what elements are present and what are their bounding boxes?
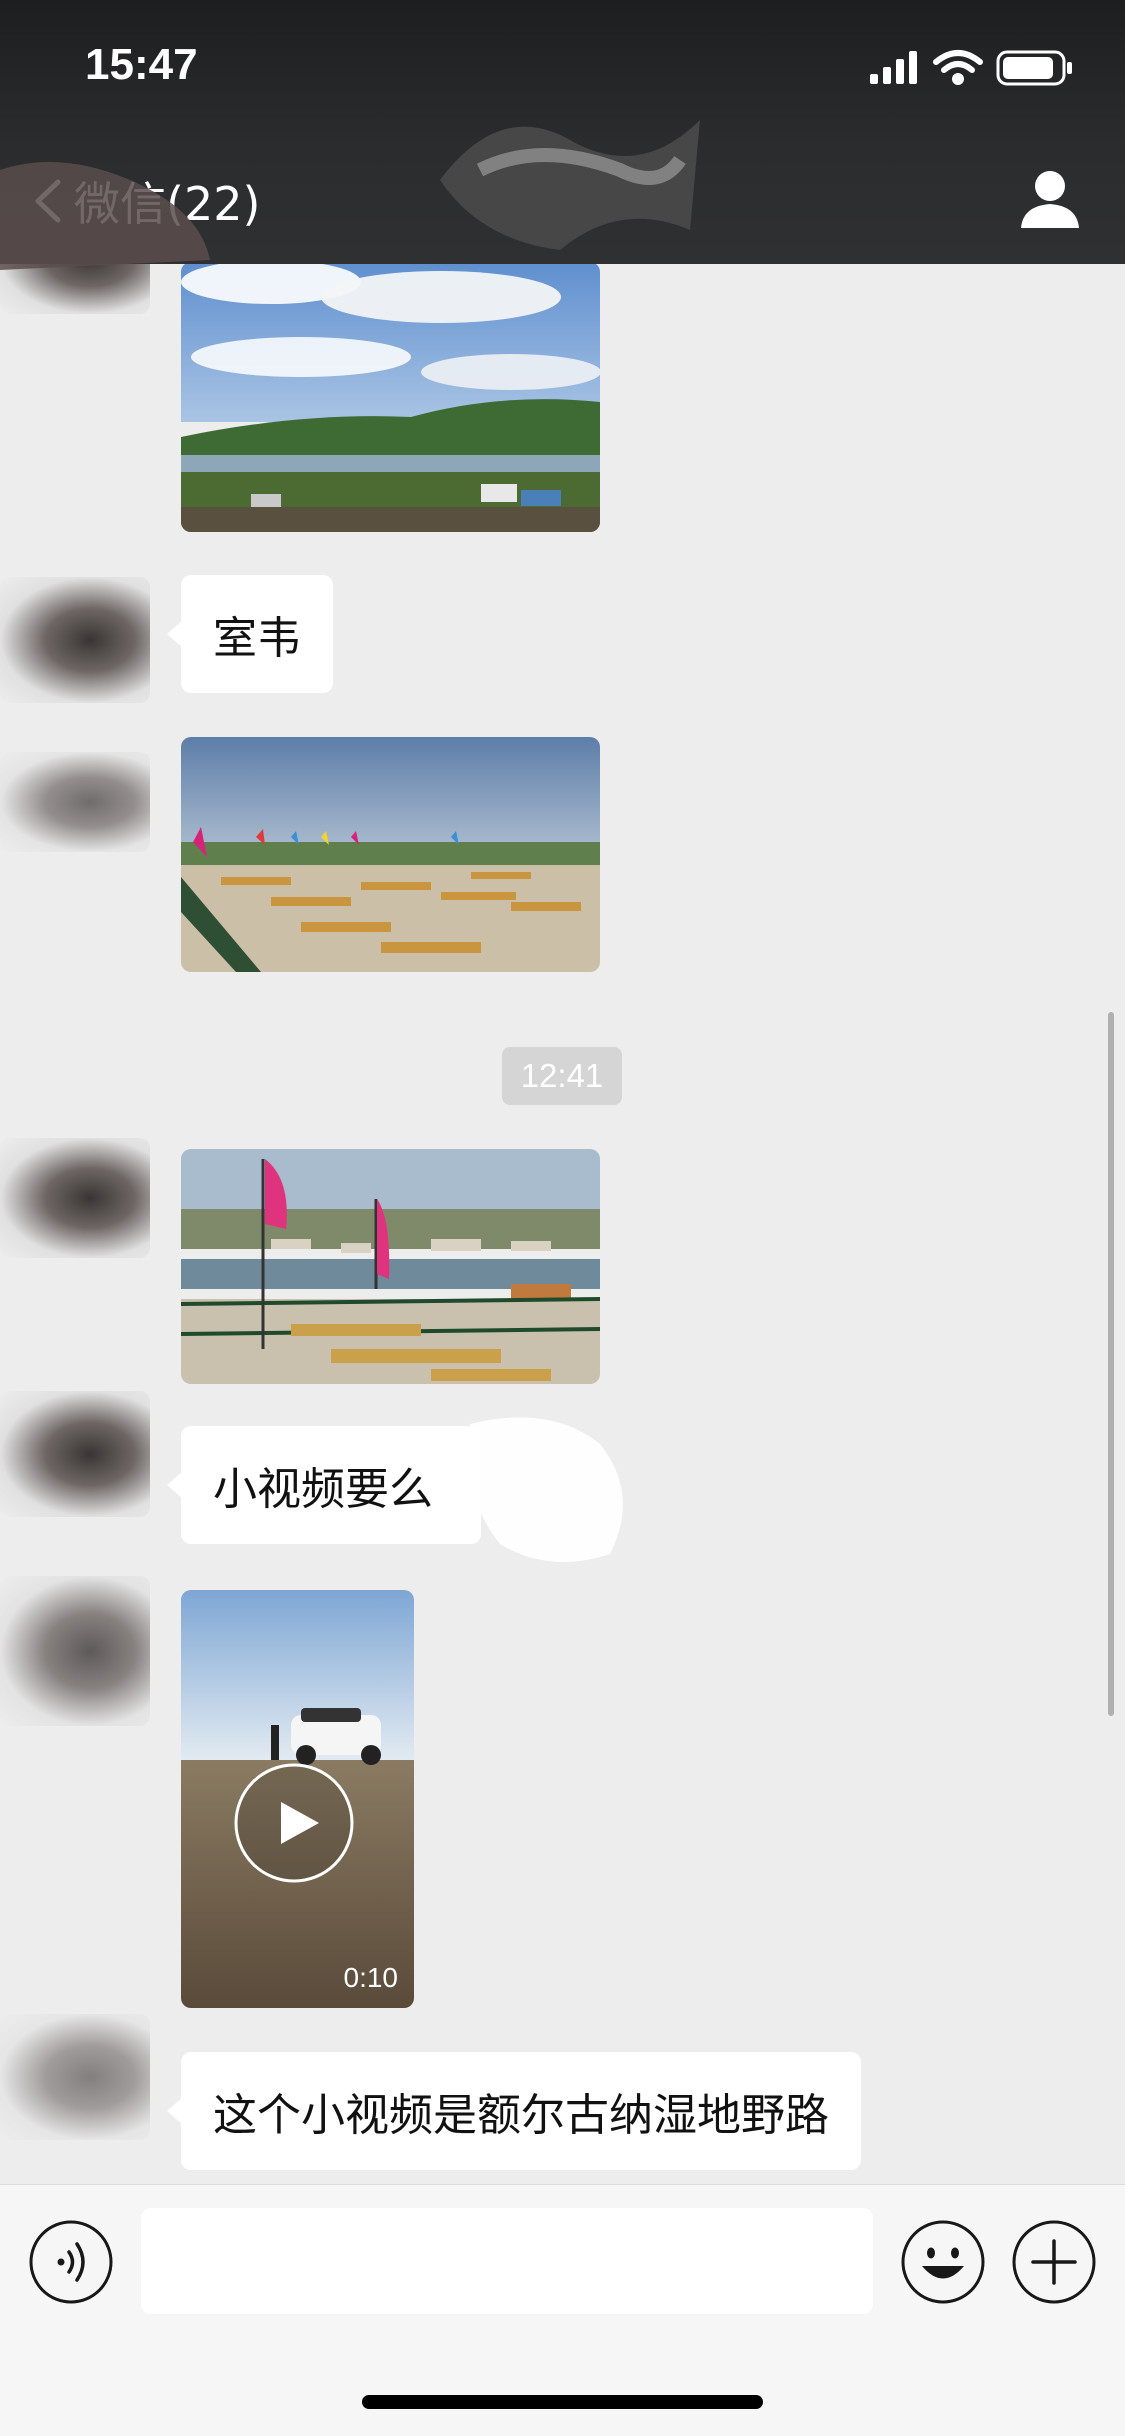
wifi-icon	[933, 50, 983, 85]
image-message[interactable]	[181, 737, 600, 972]
avatar[interactable]	[0, 752, 150, 852]
scrollbar[interactable]	[1108, 1012, 1114, 1716]
voice-icon[interactable]	[28, 2219, 114, 2305]
avatar[interactable]	[0, 1138, 150, 1258]
avatar[interactable]	[0, 2014, 150, 2140]
message-list[interactable]: 室韦 12:41 小视频要么 0:10 这个小视频是额尔古纳湿地野路	[0, 264, 1125, 2184]
back-label: 微信(22)	[74, 177, 261, 231]
picnic-tables-pink-flags-photo	[181, 1149, 600, 1384]
home-indicator-area	[0, 2338, 1125, 2436]
message-text: 室韦	[213, 613, 301, 664]
image-message[interactable]	[181, 264, 600, 532]
status-time: 15:47	[85, 40, 198, 89]
text-message[interactable]: 小视频要么	[167, 1426, 481, 1544]
input-toolbar	[0, 2184, 1125, 2339]
play-icon[interactable]	[233, 1762, 355, 1884]
top-navigation-bar: 15:47 微信(22)	[0, 0, 1125, 270]
person-icon[interactable]	[1017, 166, 1083, 232]
back-button[interactable]: 微信(22)	[28, 168, 260, 234]
time-divider: 12:41	[502, 1047, 622, 1105]
avatar[interactable]	[0, 577, 150, 703]
chevron-left-icon	[35, 179, 61, 223]
message-text: 小视频要么	[213, 1464, 433, 1515]
battery-icon	[996, 50, 1072, 86]
redaction-scribble	[440, 120, 700, 250]
avatar[interactable]	[0, 1576, 150, 1726]
wechat-chat-screen: 15:47 微信(22) 室韦 12:41 小视频要么 0:10 这个小视频是额…	[0, 0, 1125, 2436]
cellular-signal-icon	[870, 51, 917, 84]
avatar[interactable]	[0, 264, 150, 314]
text-message[interactable]: 室韦	[167, 575, 333, 693]
message-input[interactable]	[141, 2208, 873, 2314]
image-message[interactable]	[181, 1149, 600, 1384]
video-duration: 0:10	[343, 1962, 399, 1993]
text-message[interactable]: 这个小视频是额尔古纳湿地野路	[167, 2052, 861, 2170]
avatar[interactable]	[0, 1391, 150, 1517]
status-icons	[870, 50, 1072, 86]
plus-icon[interactable]	[1011, 2219, 1097, 2305]
video-message[interactable]: 0:10	[181, 1590, 414, 2008]
emoji-icon[interactable]	[900, 2219, 986, 2305]
home-indicator[interactable]	[362, 2395, 763, 2409]
message-text: 这个小视频是额尔古纳湿地野路	[213, 2090, 829, 2141]
picnic-tables-flags-photo	[181, 737, 600, 972]
grassland-lake-photo	[181, 264, 600, 532]
